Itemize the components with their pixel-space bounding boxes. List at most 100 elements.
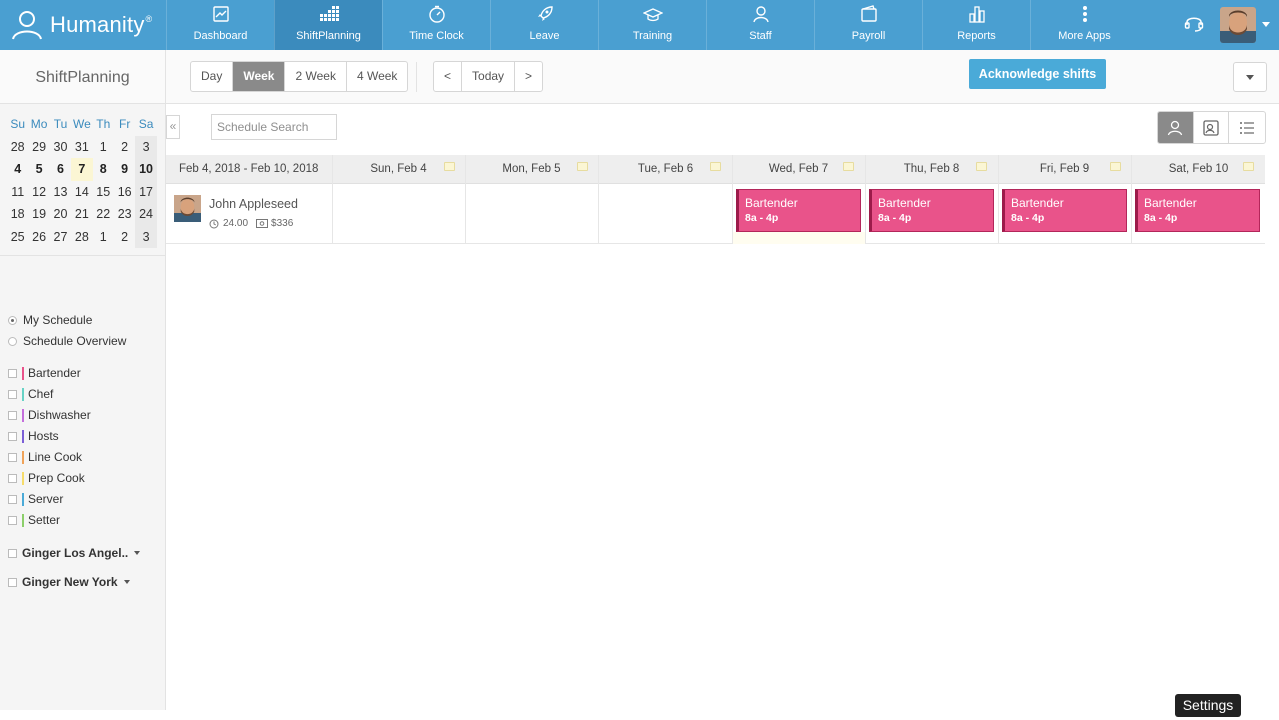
calendar-day[interactable]: 3 <box>135 225 157 248</box>
nav-time-clock[interactable]: Time Clock <box>382 0 490 50</box>
prev-button[interactable]: < <box>434 62 463 91</box>
headset-icon[interactable] <box>1183 12 1205 34</box>
day-note-icon[interactable] <box>1243 162 1254 171</box>
position-filter-prep-cook[interactable]: Prep Cook <box>8 470 85 486</box>
calendar-day[interactable]: 9 <box>114 158 135 181</box>
chevron-down-icon[interactable] <box>134 551 141 555</box>
position-filter-hosts[interactable]: Hosts <box>8 428 59 444</box>
employee-avatar[interactable] <box>174 195 201 222</box>
calendar-day[interactable]: 1 <box>93 136 114 159</box>
range-week-button[interactable]: Week <box>233 62 286 91</box>
calendar-day[interactable]: 17 <box>135 180 157 203</box>
checkbox[interactable] <box>8 410 17 420</box>
shift-block[interactable]: Bartender 8a - 4p <box>736 189 861 232</box>
calendar-day[interactable]: 28 <box>7 136 28 159</box>
position-filter-dishwasher[interactable]: Dishwasher <box>8 407 91 423</box>
position-view-button[interactable] <box>1194 112 1230 143</box>
calendar-day[interactable]: 13 <box>50 181 71 204</box>
shift-block[interactable]: Bartender 8a - 4p <box>1002 189 1127 232</box>
toolbar-dropdown-button[interactable] <box>1233 62 1267 92</box>
range-2-week-button[interactable]: 2 Week <box>285 62 347 91</box>
position-filter-setter[interactable]: Setter <box>8 512 60 528</box>
checkbox[interactable] <box>8 389 17 399</box>
checkbox[interactable] <box>8 548 17 558</box>
calendar-day[interactable]: 2 <box>114 136 135 159</box>
day-note-icon[interactable] <box>710 162 721 171</box>
position-filter-chef[interactable]: Chef <box>8 386 53 402</box>
calendar-day[interactable]: 12 <box>28 181 49 204</box>
today-button[interactable]: Today <box>462 62 516 91</box>
radio-button[interactable] <box>8 336 17 346</box>
nav-dashboard[interactable]: Dashboard <box>166 0 274 50</box>
calendar-day[interactable]: 1 <box>93 226 114 249</box>
calendar-day[interactable]: 18 <box>7 203 28 226</box>
calendar-day[interactable]: 28 <box>71 226 92 249</box>
nav-reports[interactable]: Reports <box>922 0 1030 50</box>
calendar-day[interactable]: 29 <box>28 136 49 159</box>
calendar-day[interactable]: 30 <box>50 136 71 159</box>
avatar-dropdown-caret[interactable] <box>1262 22 1270 27</box>
nav-training[interactable]: Training <box>598 0 706 50</box>
day-note-icon[interactable] <box>444 162 455 171</box>
calendar-day[interactable]: 10 <box>135 158 157 181</box>
day-note-icon[interactable] <box>843 162 854 171</box>
calendar-day[interactable]: 26 <box>28 226 49 249</box>
collapse-sidebar-button[interactable]: « <box>166 115 180 139</box>
calendar-day[interactable]: 22 <box>93 203 114 226</box>
humanity-logo[interactable]: Humanity ® <box>0 0 166 50</box>
checkbox[interactable] <box>8 452 17 462</box>
calendar-day[interactable]: 3 <box>135 135 157 158</box>
view-schedule-overview[interactable]: Schedule Overview <box>8 333 126 349</box>
next-button[interactable]: > <box>515 62 542 91</box>
shift-block[interactable]: Bartender 8a - 4p <box>1135 189 1260 232</box>
calendar-day[interactable]: 24 <box>135 203 157 226</box>
calendar-day[interactable]: 25 <box>7 226 28 249</box>
calendar-day[interactable]: 6 <box>50 158 71 181</box>
calendar-day[interactable]: 19 <box>28 203 49 226</box>
chevron-down-icon[interactable] <box>123 580 130 584</box>
day-note-icon[interactable] <box>1110 162 1121 171</box>
checkbox[interactable] <box>8 515 17 525</box>
checkbox[interactable] <box>8 473 17 483</box>
location-filter-los-angeles[interactable]: Ginger Los Angel.. <box>8 545 141 561</box>
calendar-day[interactable]: 21 <box>71 203 92 226</box>
user-avatar[interactable] <box>1220 7 1256 43</box>
calendar-day[interactable]: 4 <box>7 158 28 181</box>
location-filter-new-york[interactable]: Ginger New York <box>8 574 130 590</box>
nav-payroll[interactable]: Payroll <box>814 0 922 50</box>
calendar-day[interactable]: 16 <box>114 181 135 204</box>
position-filter-line-cook[interactable]: Line Cook <box>8 449 82 465</box>
calendar-day[interactable]: 14 <box>71 181 92 204</box>
view-my-schedule[interactable]: My Schedule <box>8 312 92 328</box>
position-filter-bartender[interactable]: Bartender <box>8 365 81 381</box>
calendar-day[interactable]: 2 <box>114 226 135 249</box>
calendar-day[interactable]: 27 <box>50 226 71 249</box>
day-note-icon[interactable] <box>577 162 588 171</box>
calendar-day[interactable]: 5 <box>28 158 49 181</box>
position-filter-server[interactable]: Server <box>8 491 63 507</box>
calendar-day-today[interactable]: 7 <box>71 158 93 181</box>
nav-leave[interactable]: Leave <box>490 0 598 50</box>
range-4-week-button[interactable]: 4 Week <box>347 62 407 91</box>
calendar-day[interactable]: 11 <box>7 181 28 204</box>
checkbox[interactable] <box>8 431 17 441</box>
nav-more-apps[interactable]: More Apps <box>1030 0 1138 50</box>
shift-block[interactable]: Bartender 8a - 4p <box>869 189 994 232</box>
calendar-day[interactable]: 15 <box>93 181 114 204</box>
acknowledge-shifts-button[interactable]: Acknowledge shifts <box>969 59 1106 89</box>
checkbox[interactable] <box>8 577 17 587</box>
calendar-day[interactable]: 31 <box>71 136 92 159</box>
checkbox[interactable] <box>8 368 17 378</box>
radio-button[interactable] <box>8 315 17 325</box>
nav-shiftplanning[interactable]: ShiftPlanning <box>274 0 382 50</box>
list-view-button[interactable] <box>1229 112 1265 143</box>
employee-view-button[interactable] <box>1158 112 1194 143</box>
schedule-search-input[interactable] <box>211 114 337 140</box>
calendar-day[interactable]: 20 <box>50 203 71 226</box>
day-note-icon[interactable] <box>976 162 987 171</box>
calendar-day[interactable]: 23 <box>114 203 135 226</box>
calendar-day[interactable]: 8 <box>93 158 114 181</box>
range-day-button[interactable]: Day <box>191 62 234 91</box>
checkbox[interactable] <box>8 494 17 504</box>
employee-name[interactable]: John Appleseed <box>209 197 298 211</box>
